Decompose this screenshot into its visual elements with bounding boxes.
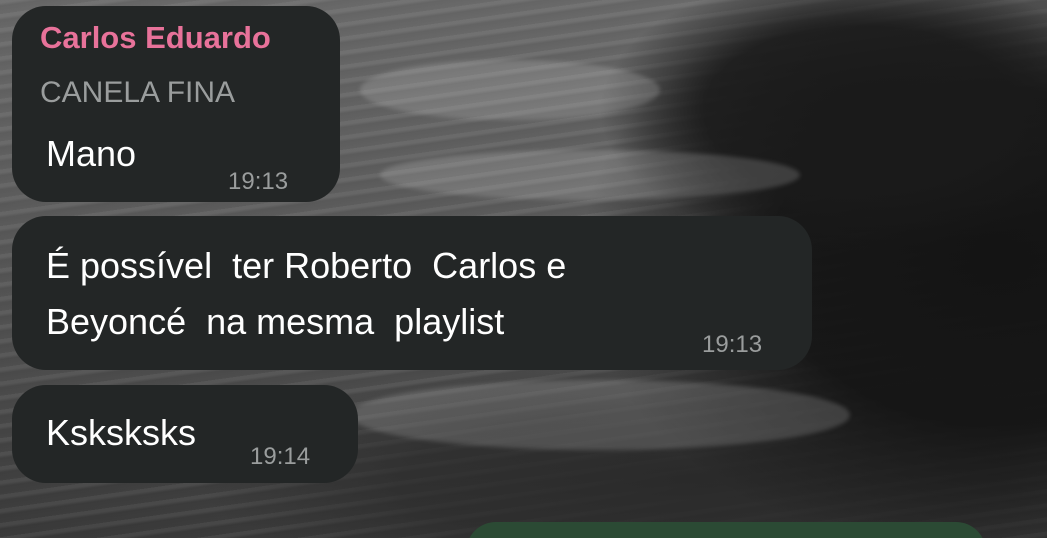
- sender-subtitle: CANELA FINA: [40, 76, 236, 109]
- wallpaper-wave: [350, 380, 850, 450]
- message-text: Mano: [46, 133, 137, 174]
- wallpaper-wave: [360, 60, 660, 120]
- wallpaper-wave: [380, 150, 800, 200]
- outgoing-message-bubble[interactable]: [466, 522, 986, 538]
- message-time: 19:13: [228, 168, 289, 195]
- message-bubble[interactable]: Ksksksks 19:14: [12, 385, 358, 483]
- message-text: É possível ter Roberto Carlos e: [46, 245, 567, 286]
- message-time: 19:13: [702, 331, 763, 358]
- message-text: Beyoncé na mesma playlist: [46, 301, 505, 342]
- sender-name[interactable]: Carlos Eduardo: [40, 20, 271, 56]
- message-bubble[interactable]: Carlos Eduardo CANELA FINA Mano 19:13: [12, 6, 340, 202]
- message-bubble[interactable]: É possível ter Roberto Carlos e Beyoncé …: [12, 216, 812, 370]
- message-time: 19:14: [250, 443, 311, 470]
- message-text: Ksksksks: [46, 412, 197, 453]
